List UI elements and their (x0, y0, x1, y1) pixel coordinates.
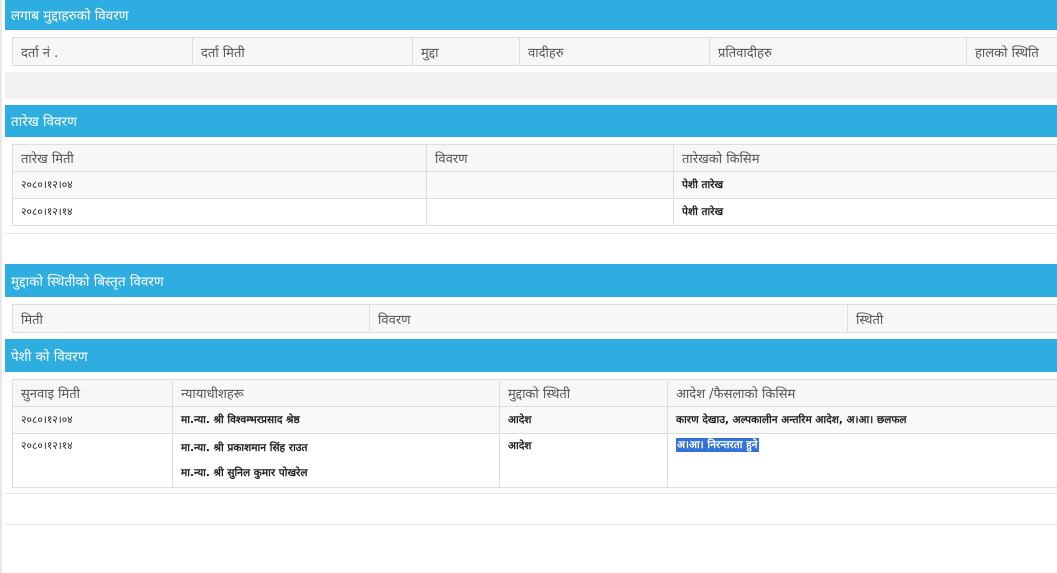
judge-name: मा.न्या. श्री प्रकाशमान सिंह राउत (181, 442, 308, 454)
col-status-date: मिती (12, 304, 370, 333)
col-date-type: तारेखको किसिम (673, 144, 1057, 172)
col-judges: न्यायाधीशहरू (172, 379, 500, 407)
hearings-heading: पेशी को विवरण (5, 339, 1057, 372)
table-row: २०८०।१२।०४ पेशी तारेख (12, 171, 1057, 199)
selected-text[interactable]: अ।आ। निरन्तरता हुने (676, 438, 759, 452)
hearings-header-row: सुनवाइ मिती न्यायाधीशहरू मुद्दाको स्थिती… (12, 379, 1057, 407)
hearing-date-cell: २०८०।१२।०४ (12, 406, 173, 434)
col-case: मुद्दा (412, 37, 520, 66)
case-detail-page: लगाब मुद्दाहरुको विवरण दर्ता नं . दर्ता … (0, 0, 1057, 573)
hearing-type-cell: पेशी तारेख (673, 198, 1057, 226)
divider (5, 233, 1057, 234)
table-row: २०८०।१२।१४ मा.न्या. श्री प्रकाशमान सिंह … (12, 433, 1057, 488)
col-registration-number: दर्ता नं . (12, 37, 193, 66)
col-status: स्थिती (847, 304, 1057, 333)
judges-cell: मा.न्या. श्री प्रकाशमान सिंह राउत मा.न्य… (172, 433, 500, 488)
case-status-heading: मुद्दाको स्थितीको बिस्तृत विवरण (5, 264, 1057, 297)
hearing-dates-heading: तारेख विवरण (5, 105, 1057, 137)
related-cases-heading: लगाब मुद्दाहरुको विवरण (5, 0, 1057, 30)
judge-name: मा.न्या. श्री सुनिल कुमार पोखरेल (181, 467, 308, 479)
order-type-cell: अ।आ। निरन्तरता हुने (667, 433, 1057, 488)
col-current-status: हालको स्थिति (966, 37, 1057, 66)
related-cases-header-row: दर्ता नं . दर्ता मिती मुद्दा वादीहरु प्र… (12, 37, 1057, 66)
col-status-description: विवरण (369, 304, 848, 333)
hearing-description-cell (426, 171, 674, 199)
hearing-date-cell: २०८०।१२।१४ (12, 433, 173, 488)
judges-cell: मा.न्या. श्री विश्वम्भरप्रसाद श्रेष्ठ (172, 406, 500, 434)
col-defendants: प्रतिवादीहरु (709, 37, 967, 66)
divider (5, 524, 1057, 525)
hearing-dates-title: तारेख विवरण (11, 114, 77, 130)
col-date: तारेख मिती (12, 144, 427, 172)
col-registration-date: दर्ता मिती (192, 37, 413, 66)
col-description: विवरण (426, 144, 674, 172)
related-cases-title: लगाब मुद्दाहरुको विवरण (11, 8, 129, 24)
hearing-type-cell: पेशी तारेख (673, 171, 1057, 199)
divider (5, 493, 1057, 494)
col-plaintiffs: वादीहरु (519, 37, 710, 66)
table-row: २०८०।१२।०४ मा.न्या. श्री विश्वम्भरप्रसाद… (12, 406, 1057, 434)
related-cases-empty-band (5, 72, 1057, 99)
case-status-header-row: मिती विवरण स्थिती (12, 304, 1057, 333)
hearing-dates-header-row: तारेख मिती विवरण तारेखको किसिम (12, 144, 1057, 172)
hearings-table: सुनवाइ मिती न्यायाधीशहरू मुद्दाको स्थिती… (12, 379, 1057, 488)
related-cases-table: दर्ता नं . दर्ता मिती मुद्दा वादीहरु प्र… (12, 37, 1057, 66)
judge-name: मा.न्या. श्री विश्वम्भरप्रसाद श्रेष्ठ (181, 414, 300, 426)
case-status-cell: आदेश (499, 406, 668, 434)
hearing-description-cell (426, 198, 674, 226)
case-status-cell: आदेश (499, 433, 668, 488)
table-row: २०८०।१२।१४ पेशी तारेख (12, 198, 1057, 226)
order-type-cell: कारण देखाउ, अल्पकालीन अन्तरिम आदेश, अ।आ।… (667, 406, 1057, 434)
hearing-dates-table: तारेख मिती विवरण तारेखको किसिम २०८०।१२।०… (12, 144, 1057, 226)
case-status-table: मिती विवरण स्थिती (12, 304, 1057, 333)
case-status-title: मुद्दाको स्थितीको बिस्तृत विवरण (11, 273, 164, 290)
hearing-date-cell: २०८०।१२।०४ (12, 171, 427, 199)
col-case-status: मुद्दाको स्थिती (499, 379, 668, 407)
hearings-title: पेशी को विवरण (11, 348, 88, 365)
col-hearing-date: सुनवाइ मिती (12, 379, 173, 407)
hearing-date-cell: २०८०।१२।१४ (12, 198, 427, 226)
col-order-type: आदेश /फैसलाको किसिम (667, 379, 1057, 407)
